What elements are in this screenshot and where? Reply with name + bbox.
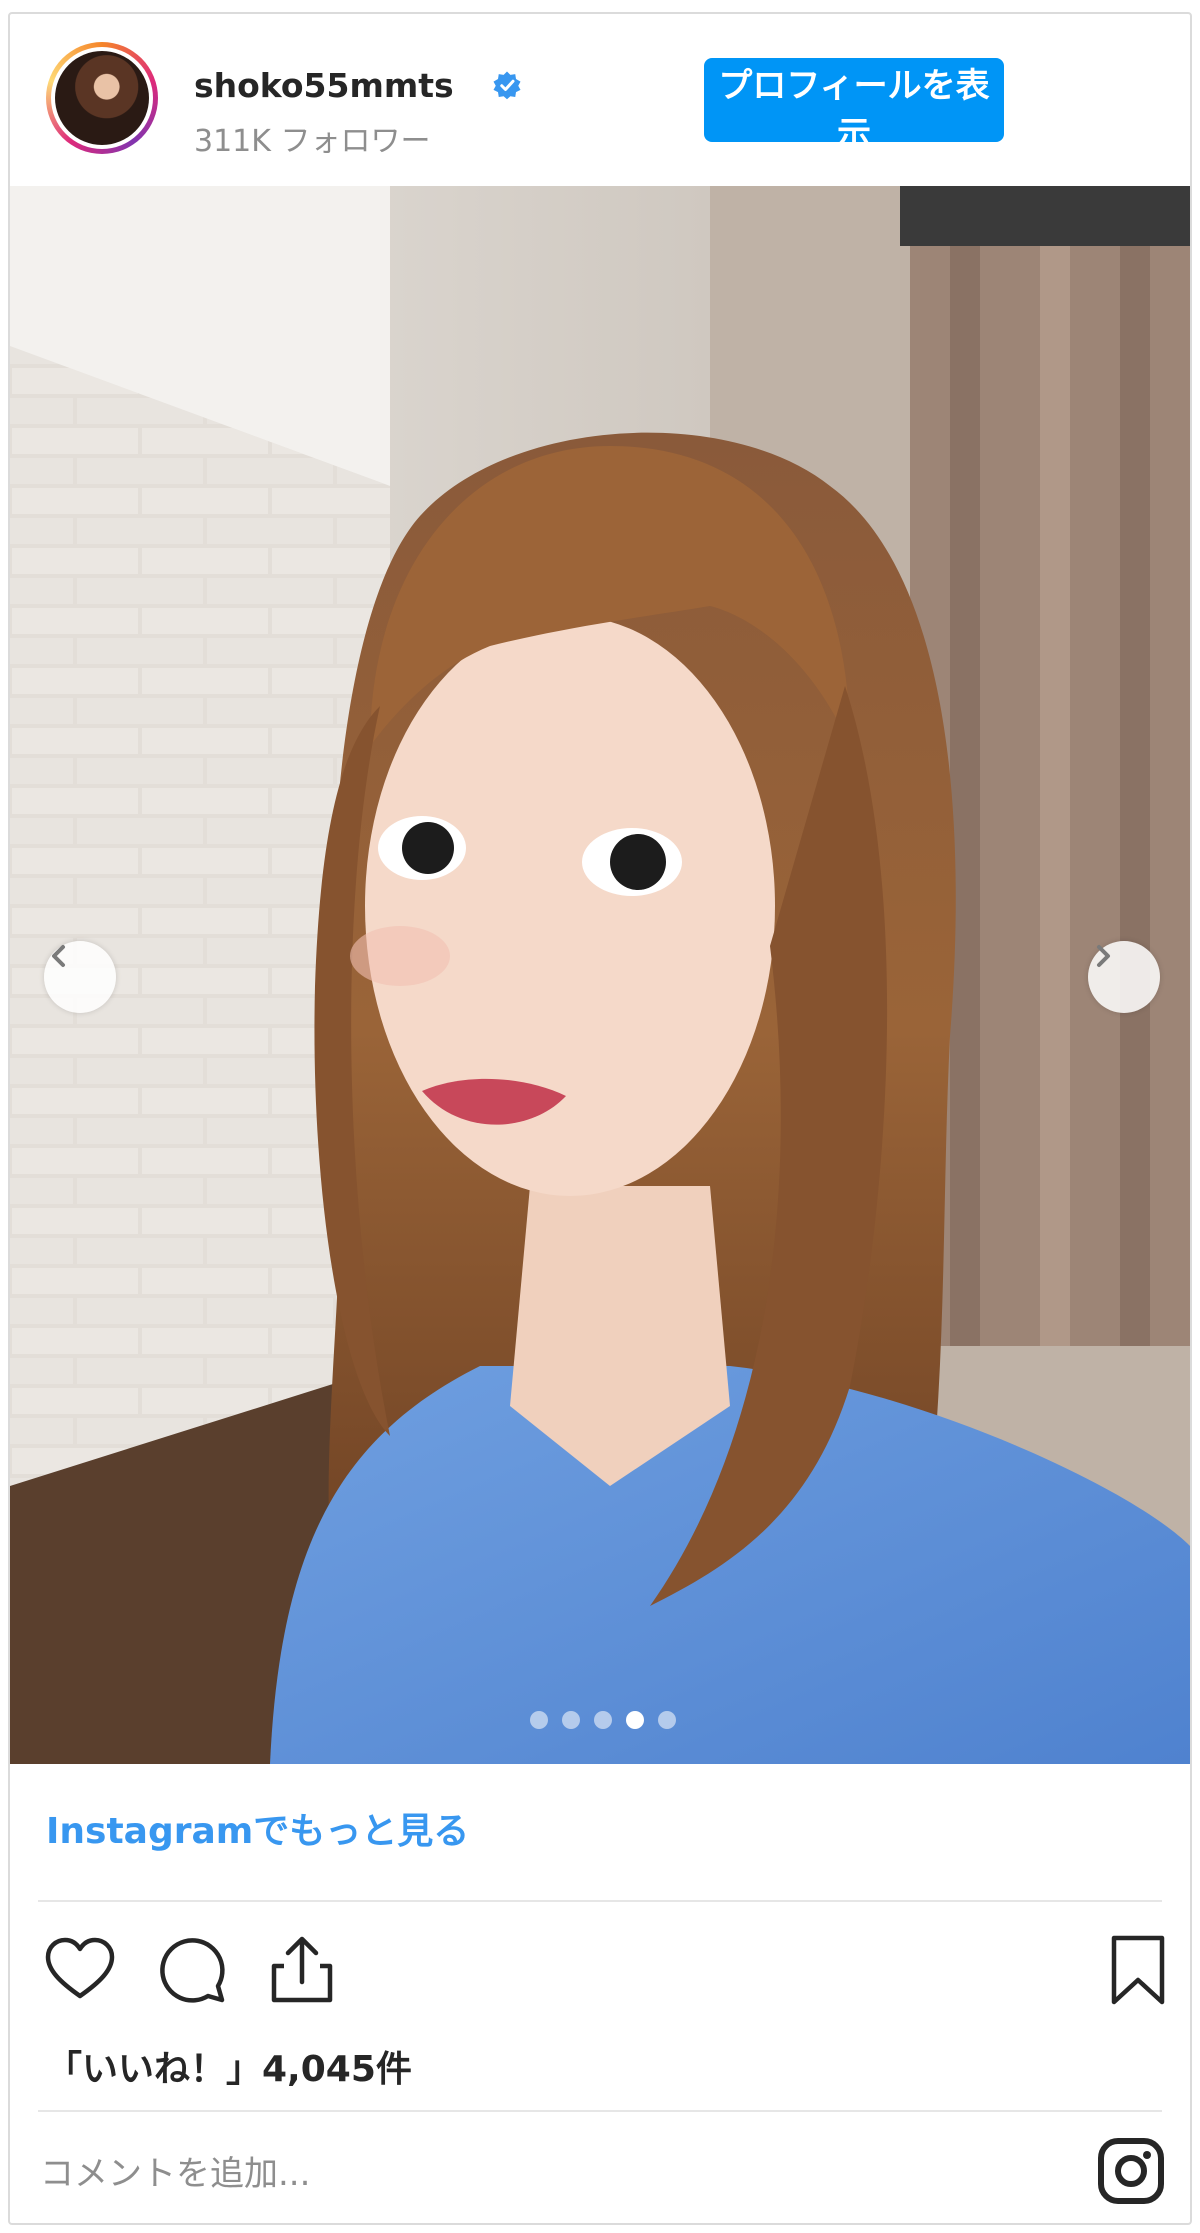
post-photo[interactable] <box>10 186 1190 1764</box>
avatar[interactable] <box>46 42 158 154</box>
view-more-on-instagram-link[interactable]: Instagramでもっと見る <box>46 1802 469 1854</box>
avatar-image <box>55 51 149 145</box>
post-header: shoko55mmts 311K フォロワー プロフィールを表示 <box>10 14 1190 186</box>
chevron-right-icon <box>1097 945 1110 967</box>
bookmark-icon[interactable] <box>1098 1930 1178 2010</box>
username[interactable]: shoko55mmts <box>194 66 454 105</box>
share-icon[interactable] <box>262 1930 342 2010</box>
slide-dot <box>530 1711 548 1729</box>
slide-dot <box>562 1711 580 1729</box>
view-profile-button[interactable]: プロフィールを表示 <box>704 58 1004 155</box>
heart-icon[interactable] <box>40 1930 120 2010</box>
next-slide-button[interactable] <box>1088 941 1160 1013</box>
photo-illustration <box>10 186 1190 1764</box>
slide-dot <box>594 1711 612 1729</box>
verified-icon <box>493 71 521 100</box>
comment-input[interactable] <box>40 2144 1040 2204</box>
slide-dot <box>658 1711 676 1729</box>
follower-count: 311K フォロワー <box>194 124 431 159</box>
like-count[interactable]: 「いいね！」4,045件 <box>46 2040 412 2092</box>
slide-indicator <box>530 1711 676 1729</box>
comment-icon[interactable] <box>152 1930 232 2010</box>
divider <box>38 1900 1162 1902</box>
divider <box>38 2110 1162 2112</box>
chevron-left-icon <box>52 945 65 967</box>
previous-slide-button[interactable] <box>44 941 116 1013</box>
instagram-embed-card: shoko55mmts 311K フォロワー プロフィールを表示 Instagr… <box>8 12 1192 2225</box>
slide-dot-active <box>626 1711 644 1729</box>
instagram-icon[interactable] <box>1096 2136 1166 2206</box>
